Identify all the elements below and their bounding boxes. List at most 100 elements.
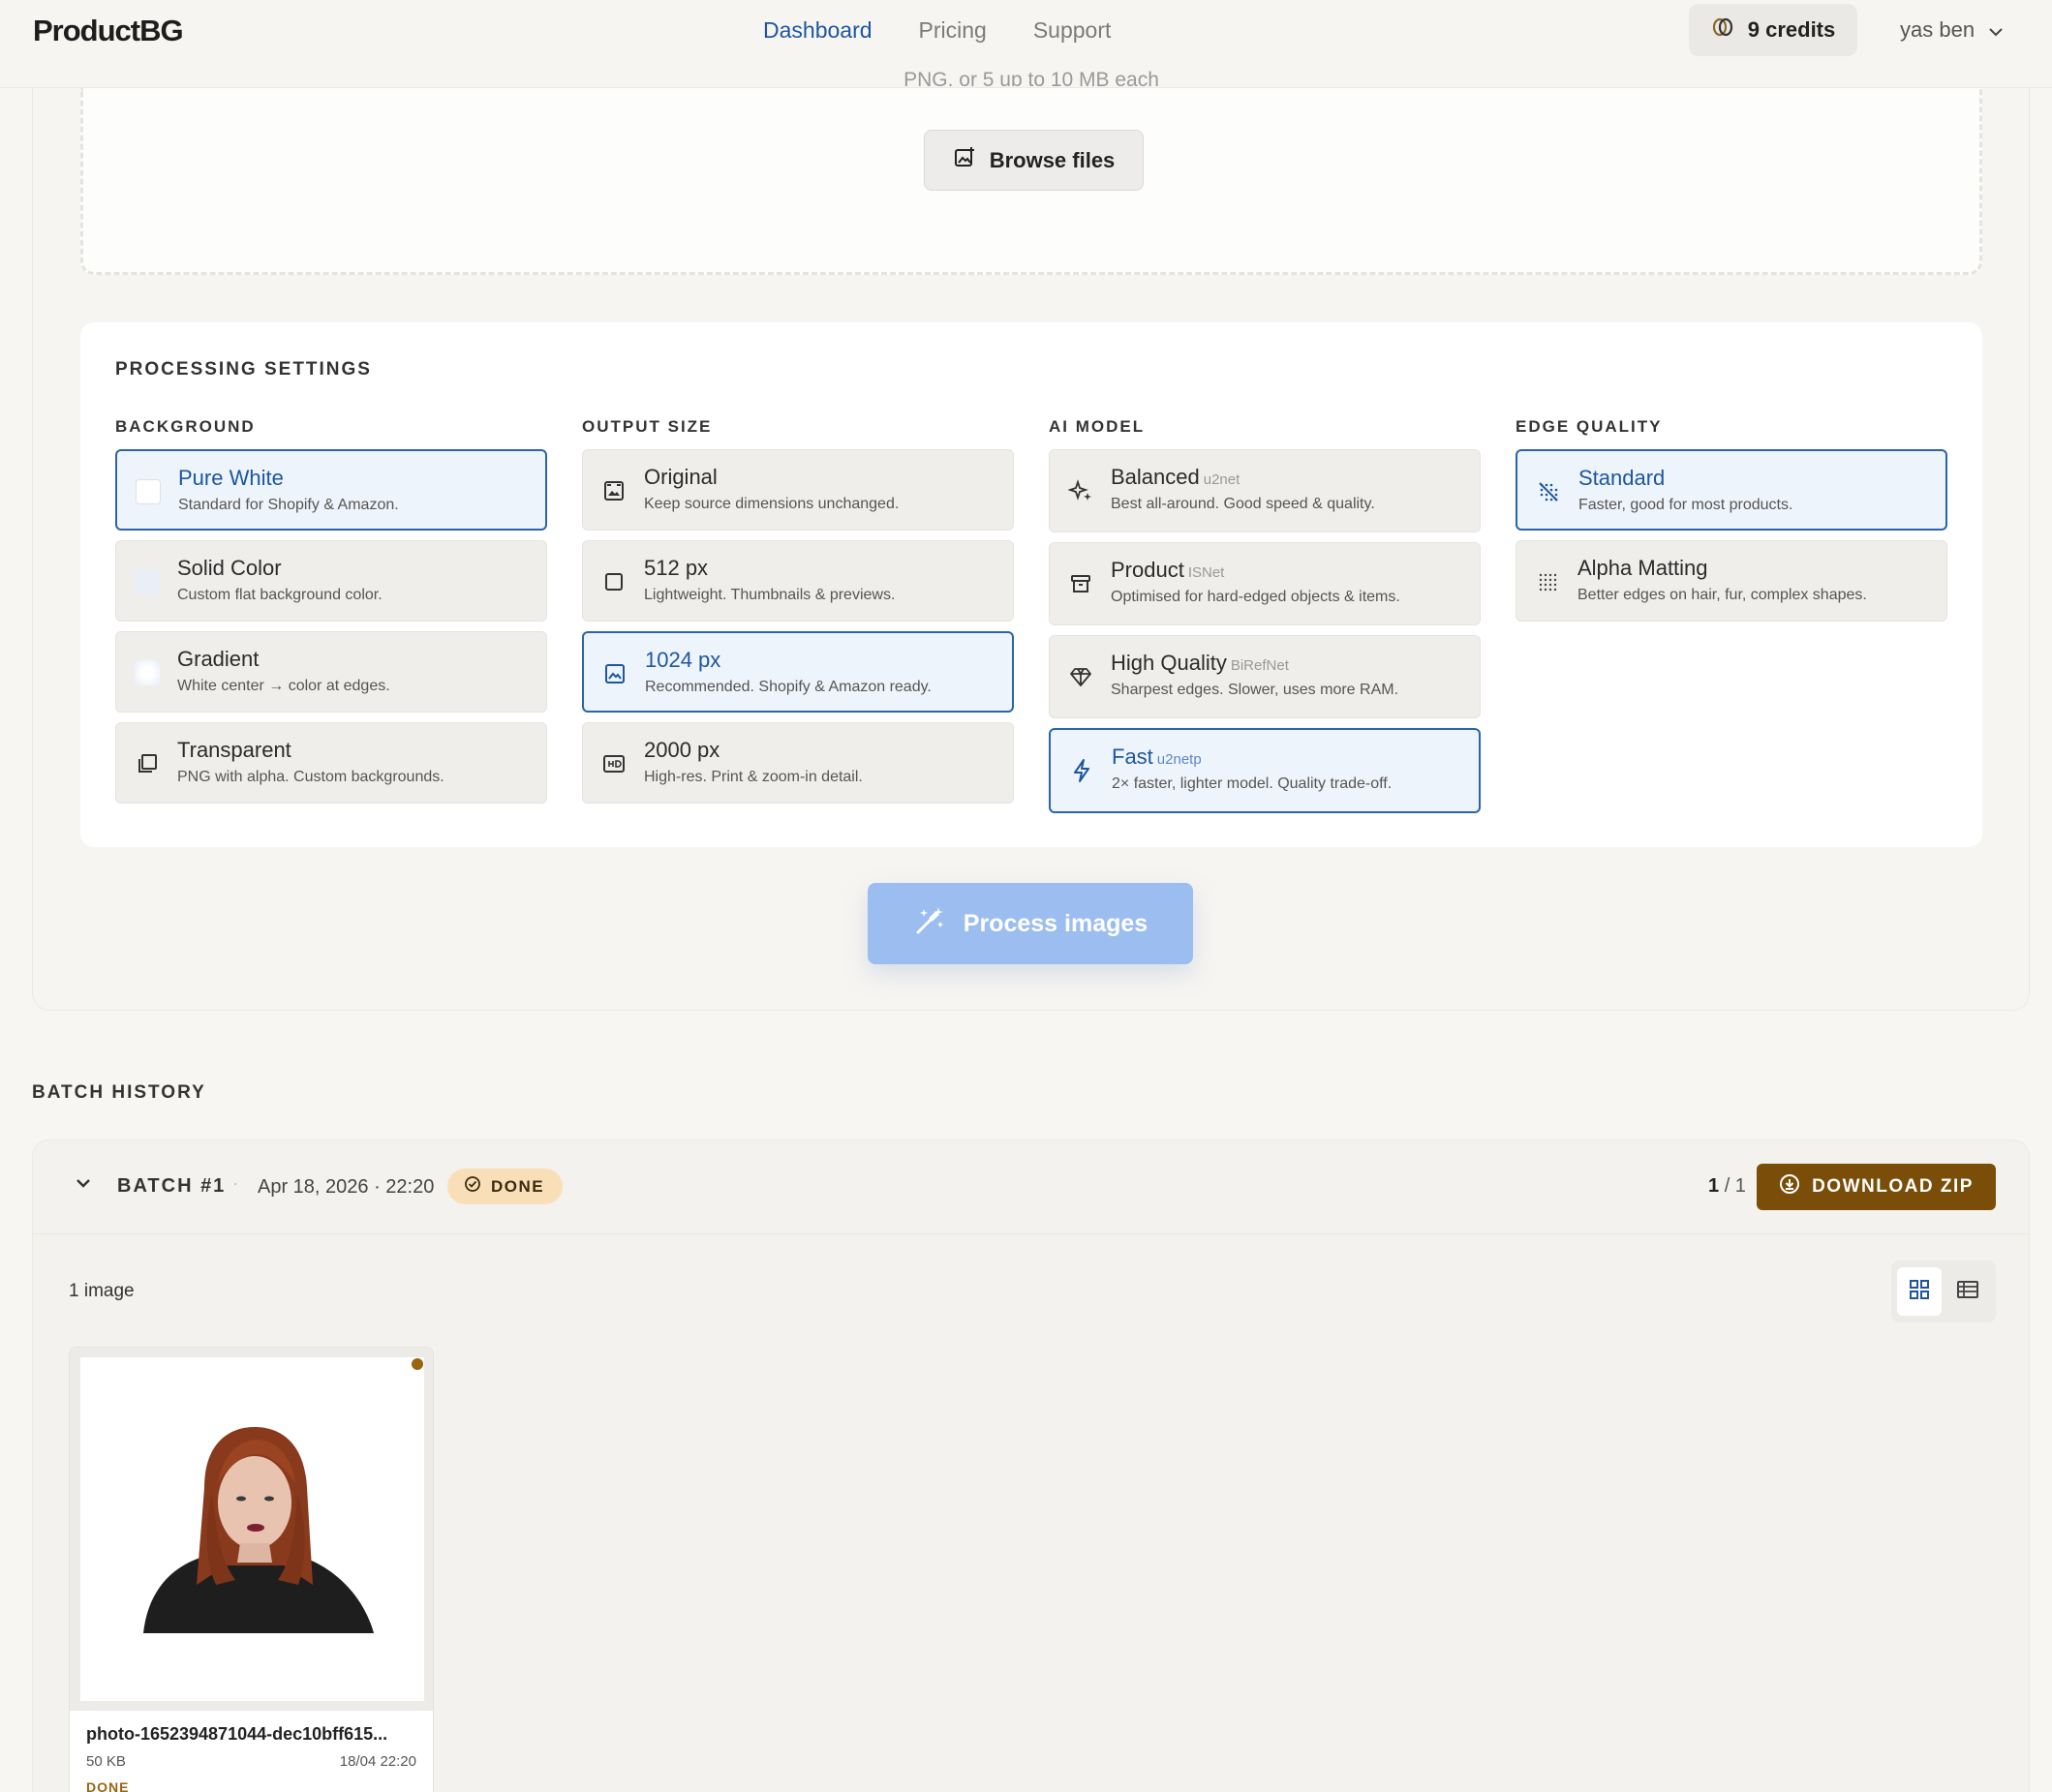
size-option-1024[interactable]: 1024 px Recommended. Shopify & Amazon re… xyxy=(582,631,1014,713)
separator-dot: · xyxy=(232,1173,238,1193)
option-desc: 2× faster, lighter model. Quality trade-… xyxy=(1112,775,1393,792)
option-name: Gradient xyxy=(177,647,260,671)
batch-header[interactable]: BATCH #1 · Apr 18, 2026 · 22:20 DONE 1 /… xyxy=(33,1140,2029,1234)
batch-history-title: BATCH HISTORY xyxy=(32,1082,206,1103)
option-desc: Custom flat background color. xyxy=(177,587,383,603)
hd-icon xyxy=(600,750,628,777)
user-menu[interactable]: yas ben xyxy=(1900,17,2004,43)
size-option-2000[interactable]: 2000 px High-res. Print & zoom-in detail… xyxy=(582,722,1014,804)
option-tag: u2netp xyxy=(1156,751,1202,768)
bg-option-solid-color[interactable]: Solid Color Custom flat background color… xyxy=(115,540,547,622)
model-option-product[interactable]: Product ISNet Optimised for hard-edged ob… xyxy=(1049,542,1481,625)
nav-pricing[interactable]: Pricing xyxy=(919,17,987,44)
ai-model-title: AI MODEL xyxy=(1049,417,1146,436)
option-tag: ISNet xyxy=(1187,564,1225,581)
option-desc: Standard for Shopify & Amazon. xyxy=(178,497,399,513)
option-desc: Optimised for hard-edged objects & items… xyxy=(1111,589,1400,605)
image-icon xyxy=(601,660,628,687)
option-name: 2000 px xyxy=(644,738,720,762)
output-size-column: OUTPUT SIZE Original Keep source dimensi… xyxy=(582,417,1014,813)
option-desc: Keep source dimensions unchanged. xyxy=(644,496,900,512)
model-option-fast[interactable]: Fast u2netp 2× faster, lighter model. Qua… xyxy=(1049,728,1481,813)
file-size: 50 KB xyxy=(86,1753,126,1770)
square-icon xyxy=(600,568,628,595)
option-desc: White center → color at edges. xyxy=(177,678,390,694)
status-label: DONE xyxy=(491,1176,545,1196)
option-name: High Quality BiRefNet xyxy=(1111,651,1289,675)
download-zip-button[interactable]: DOWNLOAD ZIP xyxy=(1757,1164,1996,1210)
ai-model-column: AI MODEL Balanced u2net Best all-around. … xyxy=(1049,417,1481,823)
model-option-balanced[interactable]: Balanced u2net Best all-around. Good spee… xyxy=(1049,449,1481,532)
edge-option-standard[interactable]: Standard Faster, good for most products. xyxy=(1516,449,1947,531)
dropzone[interactable]: PNG, or 5 up to 10 MB each Browse files xyxy=(80,69,1982,275)
output-size-title: OUTPUT SIZE xyxy=(582,417,713,436)
option-desc: Lightweight. Thumbnails & previews. xyxy=(644,587,896,603)
bg-option-gradient[interactable]: Gradient White center → color at edges. xyxy=(115,631,547,713)
user-name: yas ben xyxy=(1900,17,1975,42)
option-name: Fast u2netp xyxy=(1112,744,1202,769)
archive-box-icon xyxy=(1067,570,1094,597)
size-option-512[interactable]: 512 px Lightweight. Thumbnails & preview… xyxy=(582,540,1014,622)
edge-quality-title: EDGE QUALITY xyxy=(1516,417,1663,436)
bolt-icon xyxy=(1068,757,1095,784)
list-icon xyxy=(1956,1280,1979,1304)
bg-option-pure-white[interactable]: Pure White Standard for Shopify & Amazon… xyxy=(115,449,547,531)
option-name: 512 px xyxy=(644,556,709,580)
status-dot xyxy=(412,1358,423,1370)
option-name: Alpha Matting xyxy=(1577,556,1708,580)
credits-label: 9 credits xyxy=(1747,17,1836,42)
dropzone-hint: PNG, or 5 up to 10 MB each xyxy=(903,69,1159,86)
file-status: DONE xyxy=(86,1779,130,1792)
option-desc: Recommended. Shopify & Amazon ready. xyxy=(645,679,932,695)
status-badge: DONE xyxy=(447,1169,564,1204)
download-circle-icon xyxy=(1779,1173,1800,1200)
grid-view-button[interactable] xyxy=(1897,1267,1942,1316)
settings-title: PROCESSING SETTINGS xyxy=(115,359,372,380)
model-option-high-quality[interactable]: High Quality BiRefNet Sharpest edges. Slo… xyxy=(1049,635,1481,718)
coins-icon xyxy=(1711,16,1736,44)
grid-icon xyxy=(1909,1279,1930,1305)
option-name: 1024 px xyxy=(645,648,721,672)
brand-logo[interactable]: ProductBG xyxy=(33,14,184,48)
download-zip-label: DOWNLOAD ZIP xyxy=(1812,1176,1974,1197)
image-add-icon xyxy=(953,146,976,175)
view-toggle xyxy=(1891,1260,1996,1322)
process-images-button[interactable]: Process images xyxy=(868,883,1193,964)
diamond-icon xyxy=(1067,663,1094,690)
dotted-grid-icon xyxy=(1534,568,1561,595)
option-name: Pure White xyxy=(178,466,284,490)
collapse-chevron-icon[interactable] xyxy=(72,1171,95,1195)
option-tag: BiRefNet xyxy=(1230,657,1289,674)
browse-files-button[interactable]: Browse files xyxy=(924,130,1144,191)
size-option-original[interactable]: Original Keep source dimensions unchange… xyxy=(582,449,1014,531)
thumbnail-image[interactable] xyxy=(80,1357,424,1701)
portrait-cutout-image xyxy=(143,1427,374,1633)
nav-support[interactable]: Support xyxy=(1033,17,1112,44)
nav-dashboard[interactable]: Dashboard xyxy=(763,17,873,44)
image-card[interactable]: photo-1652394871044-dec10bff615... 50 KB… xyxy=(69,1347,434,1792)
credits-button[interactable]: 9 credits xyxy=(1689,4,1857,56)
option-desc: Better edges on hair, fur, complex shape… xyxy=(1577,587,1867,603)
sparkle-icon xyxy=(1067,477,1094,504)
dotted-grid-off-icon xyxy=(1535,478,1562,505)
browse-files-label: Browse files xyxy=(989,147,1116,172)
image-count: 1 image xyxy=(69,1281,135,1301)
white-swatch-icon xyxy=(135,478,162,505)
list-view-button[interactable] xyxy=(1945,1267,1990,1316)
option-desc: Faster, good for most products. xyxy=(1578,497,1793,513)
option-desc: High-res. Print & zoom-in detail. xyxy=(644,769,863,785)
background-column: BACKGROUND Pure White Standard for Shopi… xyxy=(115,417,547,813)
option-name: Balanced u2net xyxy=(1111,465,1240,489)
layers-icon xyxy=(134,750,161,777)
gradient-swatch-icon xyxy=(134,659,161,686)
file-time: 18/04 22:20 xyxy=(339,1753,416,1770)
main-nav: Dashboard Pricing Support xyxy=(763,17,1111,44)
background-title: BACKGROUND xyxy=(115,417,256,436)
option-desc: Best all-around. Good speed & quality. xyxy=(1111,496,1375,512)
process-images-label: Process images xyxy=(963,909,1149,937)
edge-option-alpha-matting[interactable]: Alpha Matting Better edges on hair, fur,… xyxy=(1516,540,1947,622)
bg-option-transparent[interactable]: Transparent PNG with alpha. Custom backg… xyxy=(115,722,547,804)
processing-settings: PROCESSING SETTINGS BACKGROUND Pure Whit… xyxy=(80,322,1982,847)
file-name: photo-1652394871044-dec10bff615... xyxy=(86,1724,388,1744)
image-frame-icon xyxy=(600,477,628,504)
